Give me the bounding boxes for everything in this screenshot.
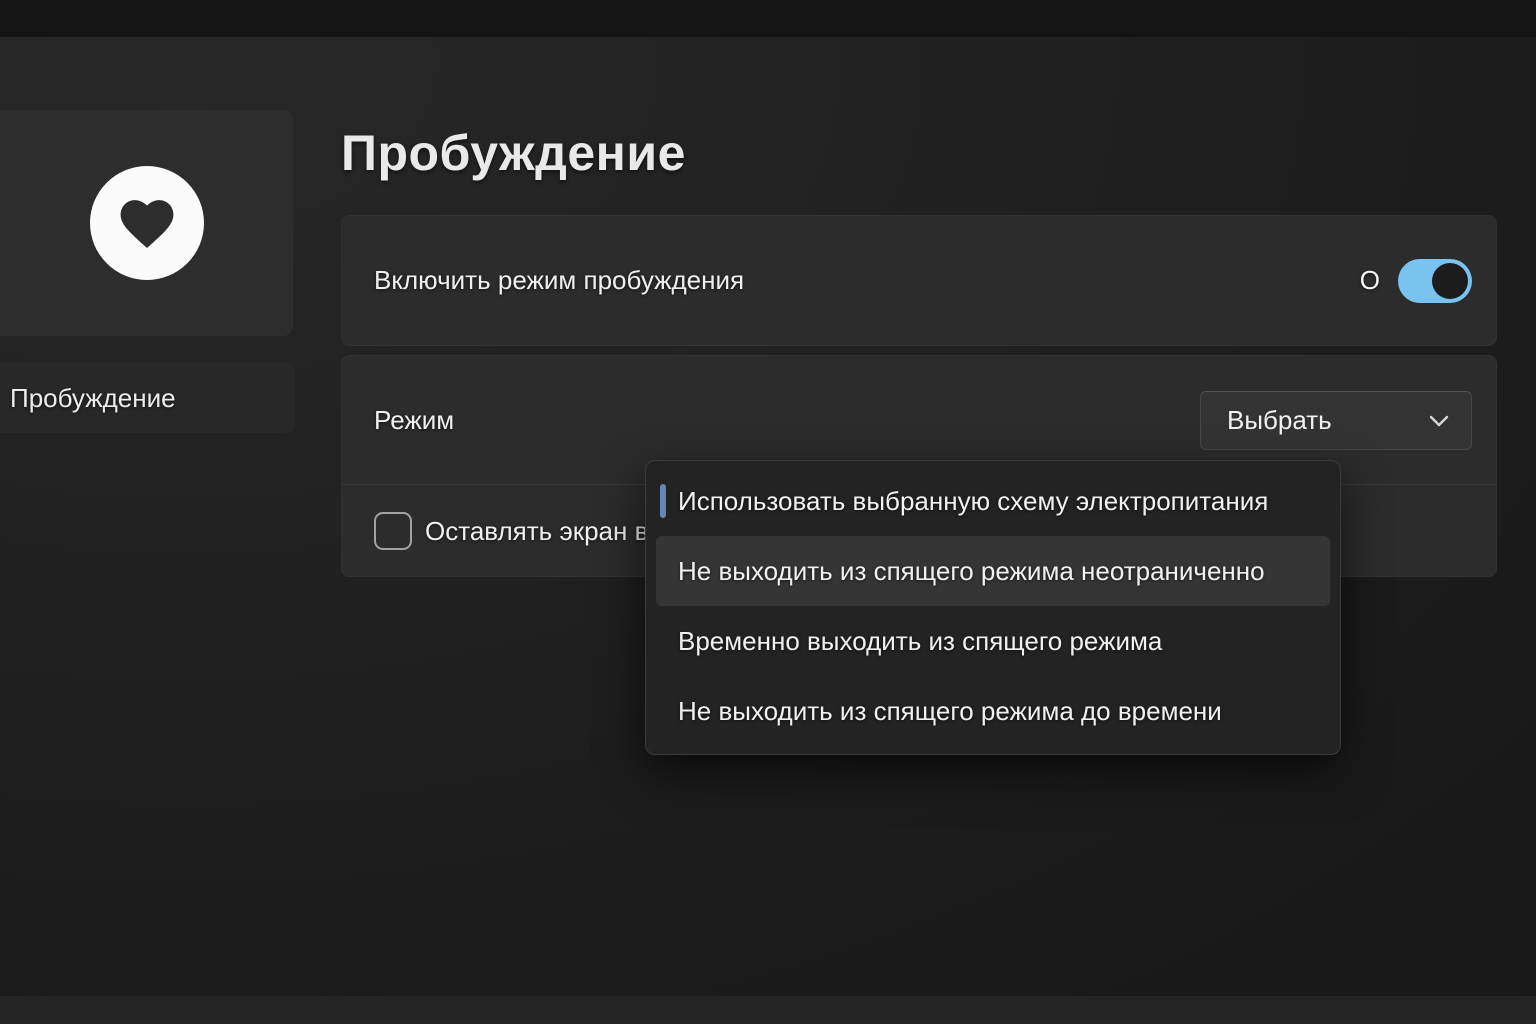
settings-page-background: Пробуждение Пробуждение Включить режим п… bbox=[0, 0, 1536, 1024]
dropdown-option-label: Не выходить из спящего режима до времени bbox=[678, 696, 1222, 727]
dropdown-option-wake-temporarily[interactable]: Временно выходить из спящего режима bbox=[646, 606, 1340, 676]
sidebar-item-label: Пробуждение bbox=[10, 383, 176, 414]
toggle-row-label: Включить режим пробуждения bbox=[374, 265, 744, 296]
dropdown-option-stay-awake-unlimited[interactable]: Не выходить из спящего режима неотраниче… bbox=[656, 536, 1330, 606]
dropdown-option-label: Не выходить из спящего режима неотраниче… bbox=[678, 556, 1265, 587]
keep-screen-checkbox-label: Оставлять экран в bbox=[425, 516, 648, 547]
keep-screen-checkbox[interactable] bbox=[374, 512, 412, 550]
dropdown-option-label: Использовать выбранную схему электропита… bbox=[678, 486, 1268, 517]
toggle-state-text: О bbox=[1360, 265, 1380, 296]
selected-option-accent-bar bbox=[660, 484, 666, 518]
dropdown-option-label: Временно выходить из спящего режима bbox=[678, 626, 1162, 657]
heart-icon bbox=[90, 166, 204, 280]
mode-select-label: Выбрать bbox=[1227, 405, 1332, 436]
chevron-down-icon bbox=[1429, 415, 1449, 427]
taskbar-strip bbox=[0, 996, 1536, 1024]
mode-row-label: Режим bbox=[374, 405, 454, 436]
toggle-thumb bbox=[1432, 263, 1468, 299]
page-title: Пробуждение bbox=[341, 124, 686, 182]
sidebar-device-card[interactable] bbox=[0, 110, 293, 336]
wake-mode-toggle[interactable] bbox=[1398, 259, 1472, 303]
window-top-bar bbox=[0, 0, 1536, 37]
dropdown-option-use-power-scheme[interactable]: Использовать выбранную схему электропита… bbox=[646, 466, 1340, 536]
wake-mode-toggle-card: Включить режим пробуждения О bbox=[341, 215, 1497, 346]
sidebar-item-wake[interactable]: Пробуждение bbox=[0, 363, 295, 433]
dropdown-option-stay-awake-until-time[interactable]: Не выходить из спящего режима до времени bbox=[646, 676, 1340, 746]
mode-dropdown-flyout: Использовать выбранную схему электропита… bbox=[645, 460, 1341, 755]
mode-select-button[interactable]: Выбрать bbox=[1200, 391, 1472, 450]
